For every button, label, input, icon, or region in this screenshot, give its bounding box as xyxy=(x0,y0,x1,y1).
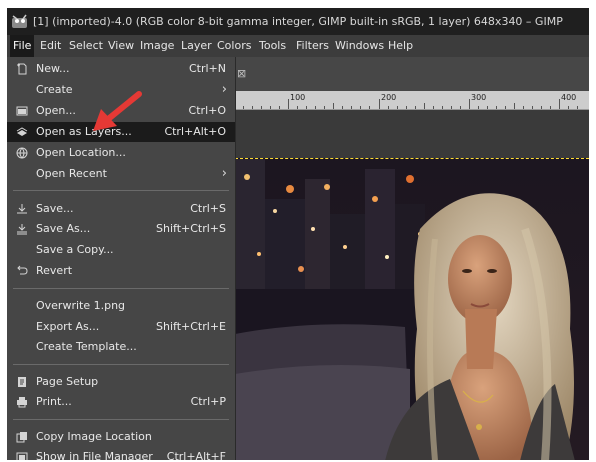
menu-item-create-template[interactable]: Create Template... xyxy=(7,337,235,357)
save-as-icon xyxy=(17,224,27,235)
menu-item-save[interactable]: Save... Ctrl+S xyxy=(7,199,235,219)
menu-colors[interactable]: Colors xyxy=(214,35,254,57)
photo-woman-talk-show xyxy=(235,159,589,460)
menu-edit[interactable]: Edit xyxy=(37,35,64,57)
menu-item-page-setup-label: Page Setup xyxy=(36,375,99,388)
menu-item-export-as-shortcut: Shift+Ctrl+E xyxy=(156,320,226,333)
submenu-arrow-icon: › xyxy=(221,82,227,97)
menu-item-save-label: Save... xyxy=(36,202,74,215)
menu-item-page-setup[interactable]: Page Setup xyxy=(7,372,235,392)
menu-item-open-recent[interactable]: Open Recent › xyxy=(7,164,235,184)
menu-item-create-label: Create xyxy=(36,83,73,96)
menu-item-save-as-shortcut: Shift+Ctrl+S xyxy=(156,222,226,235)
menu-item-print-label: Print... xyxy=(36,395,72,408)
menu-item-save-a-copy[interactable]: Save a Copy... xyxy=(7,240,235,260)
menu-separator xyxy=(13,364,229,365)
web-location-icon xyxy=(16,147,28,159)
tab-close-icon[interactable]: ⊠ xyxy=(237,67,246,80)
print-icon xyxy=(17,397,27,408)
menu-item-overwrite-label: Overwrite 1.png xyxy=(36,299,126,312)
ruler-label-400: 400 xyxy=(561,93,577,102)
menu-item-print-shortcut: Ctrl+P xyxy=(190,395,226,408)
gimp-window: [1] (imported)-4.0 (RGB color 8-bit gamm… xyxy=(7,8,589,460)
menu-bar: File Edit Select View Image Layer Colors… xyxy=(7,35,589,57)
window-title: [1] (imported)-4.0 (RGB color 8-bit gamm… xyxy=(33,15,563,28)
ruler-label-200: 200 xyxy=(381,93,397,102)
menu-item-save-a-copy-label: Save a Copy... xyxy=(36,243,114,256)
page-setup-icon xyxy=(18,377,26,387)
menu-item-new-label: New... xyxy=(36,62,70,75)
menu-help[interactable]: Help xyxy=(385,35,416,57)
open-icon xyxy=(16,106,28,116)
menu-item-save-as[interactable]: Save As... Shift+Ctrl+S xyxy=(7,219,235,239)
menu-item-show-in-file-manager[interactable]: Show in File Manager Ctrl+Alt+F xyxy=(7,447,235,460)
save-icon xyxy=(17,204,27,214)
menu-item-export-as[interactable]: Export As... Shift+Ctrl+E xyxy=(7,317,235,337)
ruler-label-100: 100 xyxy=(290,93,306,102)
menu-item-open-shortcut: Ctrl+O xyxy=(188,104,226,117)
menu-tools[interactable]: Tools xyxy=(256,35,289,57)
menu-item-copy-image-location[interactable]: Copy Image Location xyxy=(7,427,235,447)
menu-item-revert-label: Revert xyxy=(36,264,73,277)
menu-item-export-as-label: Export As... xyxy=(36,320,100,333)
menu-separator xyxy=(13,288,229,289)
menu-separator xyxy=(13,190,229,191)
menu-item-open-location[interactable]: Open Location... xyxy=(7,143,235,163)
file-manager-icon xyxy=(16,452,28,460)
menu-item-revert[interactable]: Revert xyxy=(7,261,235,281)
menu-image[interactable]: Image xyxy=(137,35,177,57)
submenu-arrow-icon: › xyxy=(221,166,227,181)
menu-select[interactable]: Select xyxy=(66,35,106,57)
menu-item-create-template-label: Create Template... xyxy=(36,340,137,353)
menu-windows[interactable]: Windows xyxy=(332,35,387,57)
annotation-arrow-icon xyxy=(93,91,142,131)
ruler-label-300: 300 xyxy=(471,93,487,102)
menu-item-open-as-layers-shortcut: Ctrl+Alt+O xyxy=(164,125,226,138)
menu-item-open-label: Open... xyxy=(36,104,76,117)
canvas-padding xyxy=(235,110,589,158)
menu-view[interactable]: View xyxy=(105,35,137,57)
menu-item-open-location-label: Open Location... xyxy=(36,146,126,159)
menu-layer[interactable]: Layer xyxy=(178,35,215,57)
menu-item-overwrite[interactable]: Overwrite 1.png xyxy=(7,296,235,316)
menu-item-open-recent-label: Open Recent xyxy=(36,167,107,180)
revert-icon xyxy=(17,265,28,275)
menu-file[interactable]: File xyxy=(10,35,35,57)
menu-item-new-shortcut: Ctrl+N xyxy=(188,62,226,75)
image-canvas[interactable] xyxy=(235,158,589,460)
image-tab-strip: ⊠ xyxy=(235,57,589,91)
horizontal-ruler[interactable]: 100 200 300 400 xyxy=(235,91,589,110)
menu-item-new[interactable]: New... Ctrl+N xyxy=(7,59,235,79)
gimp-wilber-icon xyxy=(12,14,27,28)
menu-item-print[interactable]: Print... Ctrl+P xyxy=(7,392,235,412)
menu-item-save-shortcut: Ctrl+S xyxy=(190,202,226,215)
menu-item-show-in-file-manager-shortcut: Ctrl+Alt+F xyxy=(166,450,226,460)
new-image-icon xyxy=(17,63,27,75)
menu-item-copy-image-location-label: Copy Image Location xyxy=(36,430,152,443)
menu-separator xyxy=(13,419,229,420)
open-as-layers-icon xyxy=(16,127,28,136)
menu-item-show-in-file-manager-label: Show in File Manager xyxy=(36,450,153,460)
copy-location-icon xyxy=(16,432,27,443)
menu-filters[interactable]: Filters xyxy=(293,35,332,57)
title-bar: [1] (imported)-4.0 (RGB color 8-bit gamm… xyxy=(7,8,589,35)
menu-item-save-as-label: Save As... xyxy=(36,222,91,235)
